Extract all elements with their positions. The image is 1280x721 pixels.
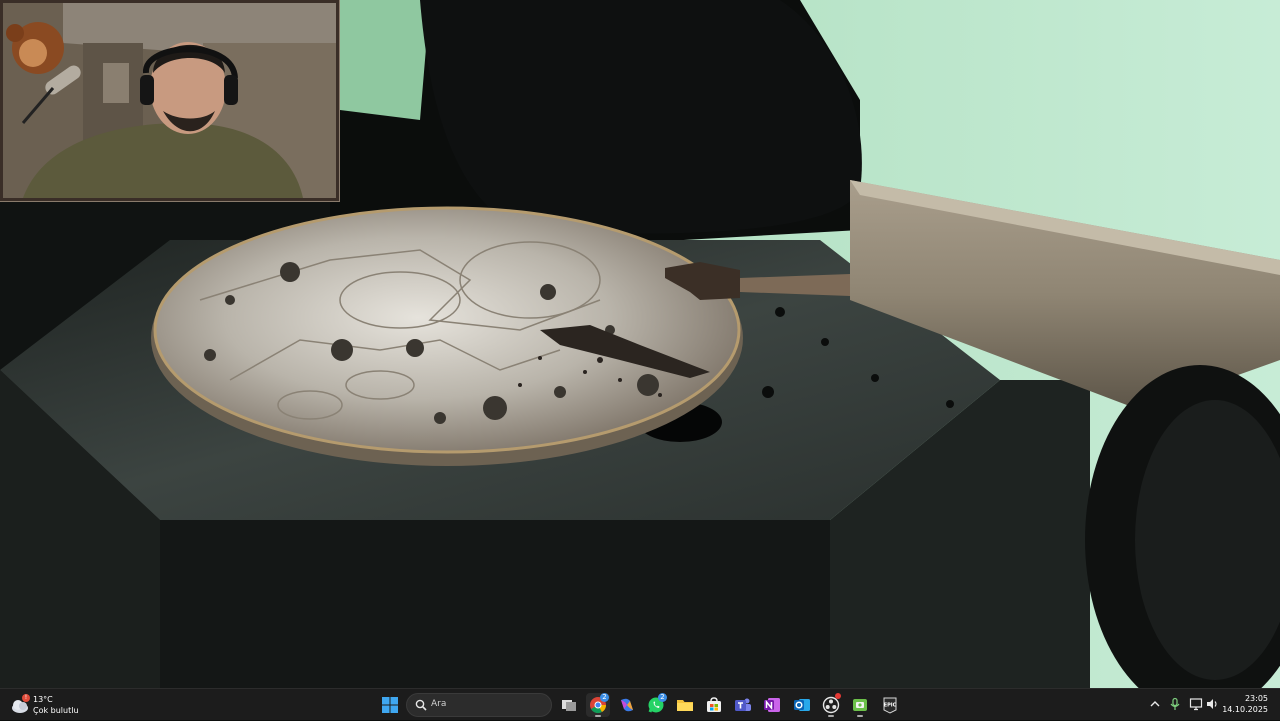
store-icon xyxy=(707,697,721,712)
network-icon[interactable] xyxy=(1189,697,1203,711)
folder-icon xyxy=(677,700,693,711)
system-tray: 23:05 14.10.2025 xyxy=(1145,689,1280,721)
taskbar: ! 13°C Çok bulutlu Ara 2 2 EPIC 23:05 14… xyxy=(0,688,1280,720)
teams-icon xyxy=(735,698,751,711)
task-view-button[interactable] xyxy=(557,693,581,717)
taskbar-app-file-explorer[interactable] xyxy=(673,693,697,717)
taskbar-app-store[interactable] xyxy=(702,693,726,717)
taskbar-app-whatsapp[interactable]: 2 xyxy=(644,693,668,717)
taskbar-app-obs[interactable] xyxy=(819,693,843,717)
clock[interactable]: 23:05 14.10.2025 xyxy=(1222,693,1268,715)
search-placeholder: Ara xyxy=(431,699,447,709)
clock-time: 23:05 xyxy=(1244,694,1268,703)
whatsapp-badge: 2 xyxy=(658,693,667,702)
search-box[interactable]: Ara xyxy=(406,693,552,717)
webcam-overlay xyxy=(0,0,340,202)
taskbar-app-xbox[interactable] xyxy=(848,693,872,717)
running-indicator xyxy=(828,715,834,717)
volume-icon[interactable] xyxy=(1205,697,1219,711)
start-button[interactable] xyxy=(378,693,402,717)
taskbar-app-outlook[interactable] xyxy=(790,693,814,717)
windows-logo-icon xyxy=(382,697,398,713)
obs-recording-dot xyxy=(835,693,841,699)
taskbar-app-onenote[interactable] xyxy=(760,693,784,717)
chevron-up-icon[interactable] xyxy=(1148,697,1162,711)
search-icon xyxy=(415,699,427,711)
copilot-icon xyxy=(621,698,633,712)
outlook-icon xyxy=(794,699,810,711)
svg-text:EPIC: EPIC xyxy=(884,703,897,709)
task-view-icon xyxy=(562,700,576,711)
weather-condition: Çok bulutlu xyxy=(33,706,79,715)
chrome-badge: 2 xyxy=(600,693,609,702)
game-app-icon xyxy=(853,699,867,711)
running-indicator xyxy=(857,715,863,717)
clock-date: 14.10.2025 xyxy=(1222,705,1268,714)
onenote-icon xyxy=(764,698,780,712)
taskbar-app-teams[interactable] xyxy=(731,693,755,717)
running-indicator xyxy=(595,715,601,717)
epic-games-icon: EPIC xyxy=(883,697,897,714)
weather-widget[interactable]: ! 13°C Çok bulutlu xyxy=(10,691,110,719)
webcam-feed-image xyxy=(3,3,336,198)
taskbar-app-epic-games[interactable]: EPIC xyxy=(878,693,902,717)
taskbar-app-copilot[interactable] xyxy=(615,693,639,717)
microphone-icon[interactable] xyxy=(1168,697,1182,711)
taskbar-app-chrome[interactable]: 2 xyxy=(586,693,610,717)
weather-alert-badge: ! xyxy=(22,694,30,702)
weather-temperature: 13°C xyxy=(33,695,53,704)
